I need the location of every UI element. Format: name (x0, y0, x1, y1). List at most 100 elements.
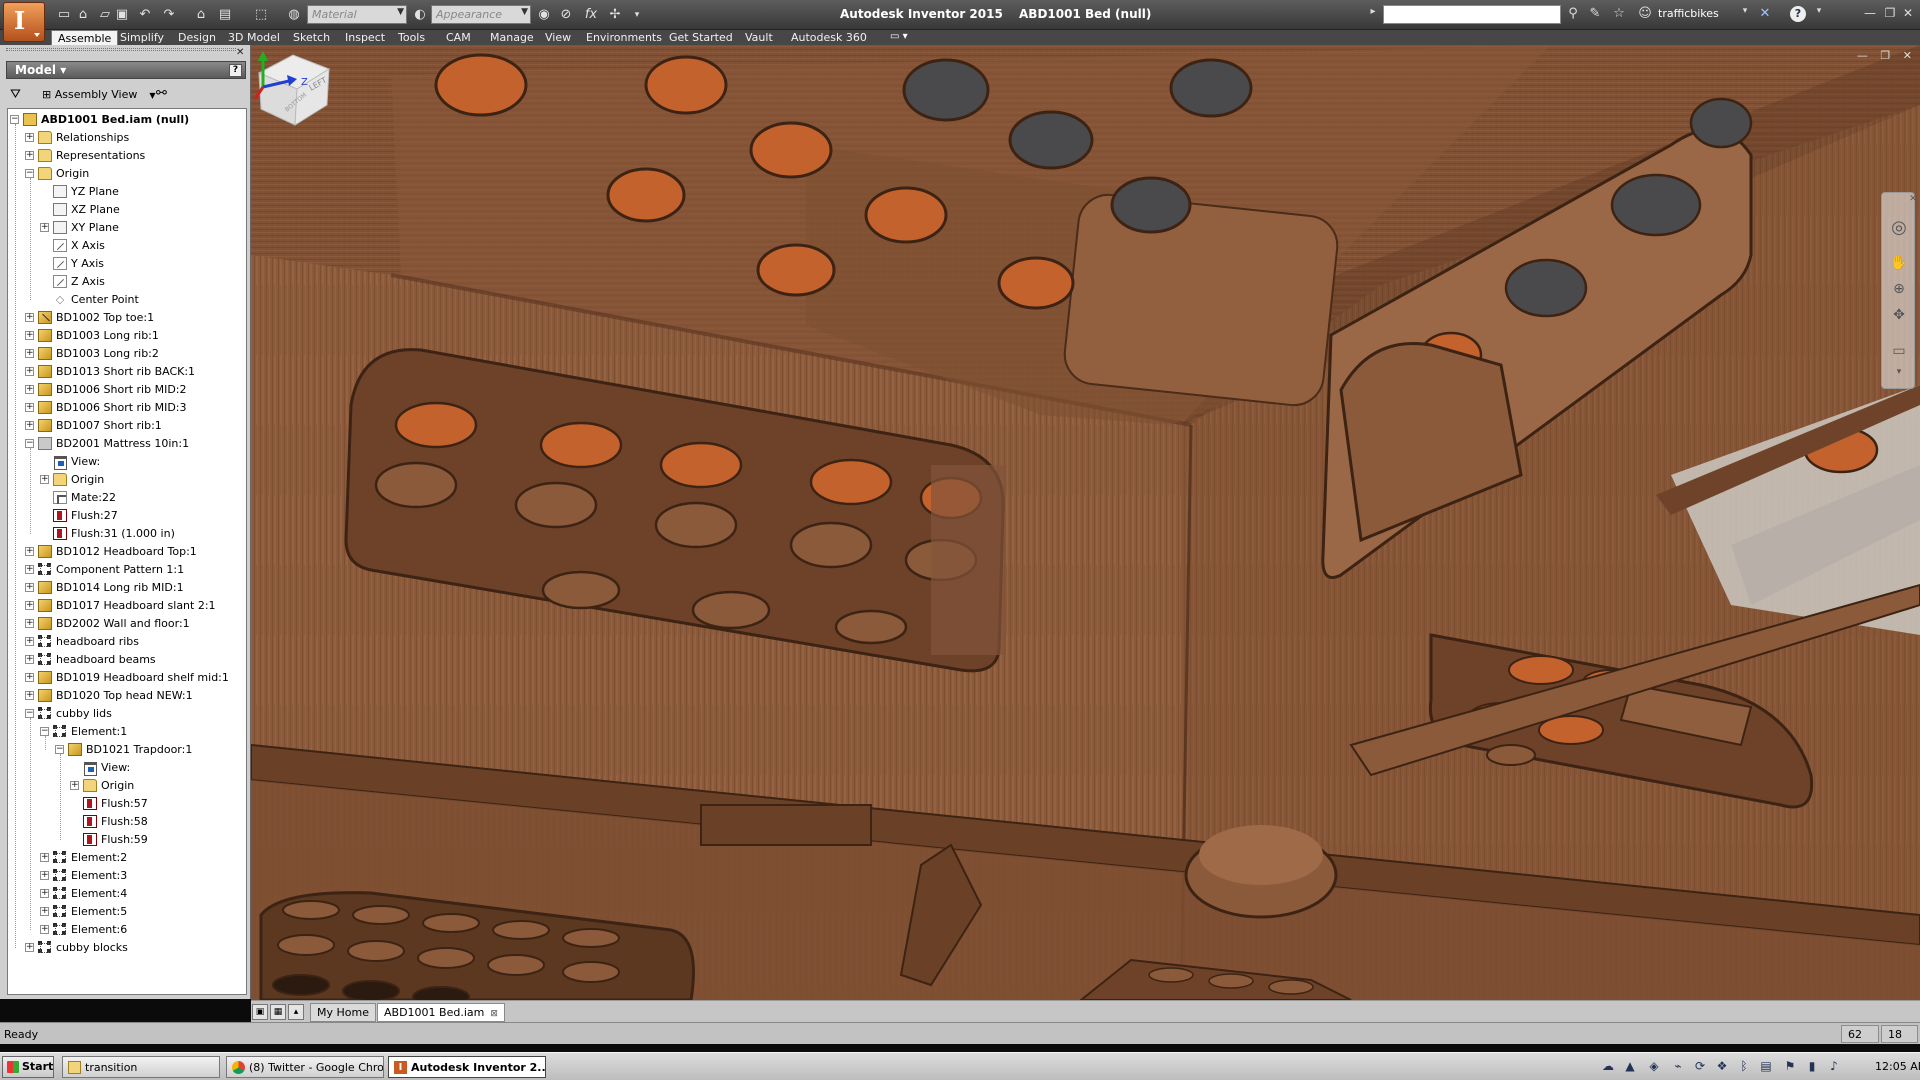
tree-node[interactable]: + BD1003 Long rib:2 (8, 345, 244, 363)
expand-icon[interactable]: + (25, 565, 34, 574)
tree-node[interactable]: + cubby blocks (8, 939, 244, 957)
collapse-icon[interactable]: − (10, 115, 19, 124)
tab-3d-model[interactable]: 3D Model (222, 30, 286, 45)
restore-icon[interactable]: ❐ (1880, 49, 1890, 62)
expand-icon[interactable]: + (25, 583, 34, 592)
application-menu-button[interactable]: I (3, 2, 45, 42)
tree-node[interactable]: + BD1019 Headboard shelf mid:1 (8, 669, 244, 687)
open-file-icon[interactable]: ⌂ (74, 6, 92, 24)
tree-node[interactable]: + Origin (8, 777, 244, 795)
tree-node[interactable]: + BD1007 Short rib:1 (8, 417, 244, 435)
tab-vault[interactable]: Vault (739, 30, 779, 45)
tree-node[interactable]: + Origin (8, 471, 244, 489)
undo-icon[interactable]: ↶ (136, 6, 154, 24)
find-binoculars-icon[interactable]: ⚯ (156, 86, 167, 101)
tree-node[interactable]: Flush:59 (8, 831, 244, 849)
tab-assemble[interactable]: Assemble (51, 30, 119, 45)
minimize-icon[interactable]: — (1857, 49, 1868, 62)
expand-icon[interactable]: + (25, 331, 34, 340)
tree-node[interactable]: XZ Plane (8, 201, 244, 219)
expand-icon[interactable]: + (40, 475, 49, 484)
open-folder-icon[interactable]: ▱ (96, 6, 114, 24)
help-search-input[interactable] (1383, 5, 1561, 24)
open-documents-icon[interactable]: ▴ (288, 1004, 304, 1020)
expand-icon[interactable]: + (70, 781, 79, 790)
expand-icon[interactable]: + (25, 637, 34, 646)
restore-icon[interactable]: ❐ (1882, 6, 1898, 20)
expand-icon[interactable]: + (40, 889, 49, 898)
expand-icon[interactable]: + (25, 547, 34, 556)
browser-title[interactable]: Model ▾ (15, 63, 66, 77)
tree-node[interactable]: Flush:31 (1.000 in) (8, 525, 244, 543)
redo-icon[interactable]: ↷ (160, 6, 178, 24)
help-icon[interactable]: ? (1790, 6, 1806, 22)
favorites-star-icon[interactable]: ☆ (1610, 6, 1628, 21)
pan-hand-icon[interactable]: ✋ (1890, 255, 1908, 273)
tree-node[interactable]: Z Axis (8, 273, 244, 291)
tree-node[interactable]: Flush:58 (8, 813, 244, 831)
tree-node[interactable]: + headboard beams (8, 651, 244, 669)
cascade-windows-icon[interactable]: ▣ (252, 1004, 268, 1020)
material-select[interactable]: Material ▼ (307, 5, 407, 24)
help-icon[interactable]: ? (229, 64, 242, 77)
minimize-icon[interactable]: — (1862, 6, 1878, 20)
close-icon[interactable]: ✕ (1900, 6, 1916, 20)
new-file-icon[interactable]: ▭ (55, 6, 73, 24)
expand-icon[interactable]: + (25, 367, 34, 376)
tree-node[interactable]: + Element:6 (8, 921, 244, 939)
tab-sketch[interactable]: Sketch (287, 30, 336, 45)
appearance-select[interactable]: Appearance ▼ (431, 5, 531, 24)
clear-appearance-icon[interactable]: ⊘ (557, 6, 575, 24)
tab-design[interactable]: Design (172, 30, 222, 45)
collapse-icon[interactable]: − (55, 745, 64, 754)
tree-node[interactable]: Flush:27 (8, 507, 244, 525)
tree-node[interactable]: − cubby lids (8, 705, 244, 723)
subscription-center-icon[interactable]: ✎ (1586, 6, 1604, 21)
expand-icon[interactable]: + (25, 421, 34, 430)
customize-qat-icon[interactable]: ▾ (628, 6, 646, 24)
network-icon[interactable]: ☁ (1600, 1059, 1616, 1075)
tree-node[interactable]: View: (8, 759, 244, 777)
search-icon[interactable]: ⚲ (1564, 6, 1582, 21)
tree-node[interactable]: Flush:57 (8, 795, 244, 813)
tree-node[interactable]: + BD1020 Top head NEW:1 (8, 687, 244, 705)
tree-node[interactable]: + BD1012 Headboard Top:1 (8, 543, 244, 561)
filter-icon[interactable]: ⛛ (10, 87, 21, 102)
bluetooth-icon[interactable]: ᛒ (1736, 1059, 1752, 1075)
parameters-fx-icon[interactable]: fx (582, 6, 600, 24)
printer-icon[interactable]: ▤ (1758, 1059, 1774, 1075)
document-tab[interactable]: ABD1001 Bed.iam ⊠ (377, 1003, 505, 1022)
tree-node[interactable]: ◇ Center Point (8, 291, 244, 309)
collapse-icon[interactable]: − (25, 439, 34, 448)
user-icon[interactable]: ☺ (1636, 6, 1654, 21)
tree-node[interactable]: X Axis (8, 237, 244, 255)
expand-icon[interactable]: + (25, 133, 34, 142)
save-icon[interactable]: ▣ (113, 6, 131, 24)
expand-icon[interactable]: + (25, 349, 34, 358)
browser-header[interactable]: Model ▾ ? (6, 61, 246, 79)
taskbar-item[interactable]: I Autodesk Inventor 2... (388, 1056, 546, 1078)
expand-icon[interactable]: + (40, 871, 49, 880)
tab-cam[interactable]: CAM (440, 30, 477, 45)
tree-node[interactable]: + BD1002 Top toe:1 (8, 309, 244, 327)
expand-icon[interactable]: + (25, 151, 34, 160)
chevron-down-icon[interactable]: ▾ (1736, 6, 1754, 16)
expand-icon[interactable]: + (40, 925, 49, 934)
chevron-down-icon[interactable]: ▾ (1810, 6, 1828, 16)
sync-icon[interactable]: ⟳ (1692, 1059, 1708, 1075)
sign-in-user[interactable]: trafficbikes (1658, 7, 1719, 20)
expand-icon[interactable]: + (40, 907, 49, 916)
tree-node[interactable]: + BD2002 Wall and floor:1 (8, 615, 244, 633)
expand-icon[interactable]: + (25, 943, 34, 952)
close-icon[interactable]: ✕ (236, 47, 244, 58)
panel-grip[interactable] (6, 48, 236, 51)
select-priority-icon[interactable]: ⬚ (252, 6, 270, 24)
collapse-icon[interactable]: − (25, 709, 34, 718)
exchange-apps-icon[interactable]: ✕ (1756, 6, 1774, 21)
tree-node[interactable]: − Origin (8, 165, 244, 183)
expand-icon[interactable]: + (25, 619, 34, 628)
tab-get-started[interactable]: Get Started (663, 30, 739, 45)
chevron-right-icon[interactable]: ▸ (1364, 6, 1382, 17)
expand-icon[interactable]: + (40, 853, 49, 862)
signal-icon[interactable]: ▮ (1804, 1059, 1820, 1075)
